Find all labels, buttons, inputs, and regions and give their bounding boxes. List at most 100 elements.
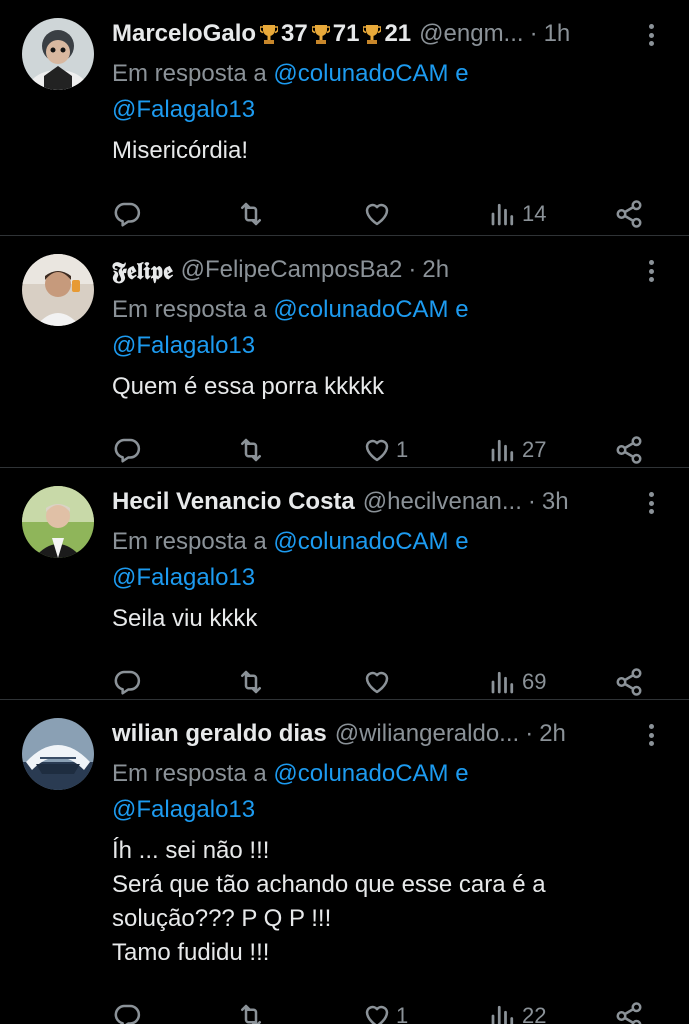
badge-count: 37	[281, 20, 308, 47]
display-name[interactable]: Hecil Venancio Costa	[112, 488, 355, 516]
timestamp[interactable]: 3h	[542, 488, 569, 516]
retweet-icon	[241, 202, 261, 226]
avatar[interactable]	[22, 486, 94, 558]
retweet-icon	[241, 1004, 261, 1024]
avatar[interactable]	[22, 254, 94, 326]
tweet-text: Quem é essa porra kkkkk	[112, 373, 385, 400]
reply-prefix: Em resposta a	[112, 528, 267, 555]
handle[interactable]: @FelipeCamposBa2	[181, 256, 403, 284]
tweet[interactable]: 𝕱𝖊𝖑𝖎𝖕𝖊 @FelipeCamposBa2 · 2h Em resposta…	[0, 236, 689, 468]
mention-link[interactable]: @colunadoCAM	[273, 296, 448, 323]
tweet-text: Seila viu kkkk	[112, 605, 258, 632]
view-count: 27	[522, 437, 547, 462]
reply-button[interactable]	[112, 667, 142, 697]
like-button[interactable]: 1	[362, 1001, 408, 1024]
retweet-button[interactable]	[236, 435, 266, 465]
more-options-button[interactable]	[641, 20, 661, 50]
handle[interactable]: @hecilvenan...	[363, 488, 522, 516]
reply-icon	[114, 202, 141, 227]
retweet-button[interactable]	[236, 199, 266, 229]
trophy-icon	[363, 25, 382, 44]
reply-context: Em resposta a @colunadoCAM e @Falagalo13	[112, 756, 665, 828]
reply-conjunction: e	[455, 60, 469, 87]
like-count: 1	[396, 437, 409, 462]
mention-link[interactable]: @Falagalo13	[112, 564, 255, 591]
heart-icon	[365, 203, 389, 226]
tweet[interactable]: Hecil Venancio Costa @hecilvenan... · 3h…	[0, 468, 689, 700]
more-options-button[interactable]	[641, 256, 661, 286]
mention-link[interactable]: @colunadoCAM	[273, 528, 448, 555]
separator: ·	[408, 256, 417, 283]
tweet-header: 𝕱𝖊𝖑𝖎𝖕𝖊 @FelipeCamposBa2 · 2h	[112, 248, 665, 292]
separator: ·	[525, 720, 534, 747]
share-button[interactable]	[614, 667, 644, 697]
display-name[interactable]: wilian geraldo dias	[112, 720, 327, 748]
tweet[interactable]: MarceloGalo 37 71 21 @engm... · 1h Em re…	[0, 0, 689, 236]
views-icon	[491, 439, 514, 462]
tweet-header: MarceloGalo 37 71 21 @engm... · 1h	[112, 12, 665, 56]
like-count: 1	[396, 1003, 409, 1024]
display-name[interactable]: MarceloGalo	[112, 20, 256, 48]
timestamp[interactable]: 2h	[422, 256, 449, 284]
share-button[interactable]	[614, 1001, 644, 1024]
share-button[interactable]	[614, 435, 644, 465]
tweet[interactable]: wilian geraldo dias @wiliangeraldo... · …	[0, 700, 689, 1024]
tweet-header: Hecil Venancio Costa @hecilvenan... · 3h	[112, 480, 665, 524]
reply-icon	[114, 438, 141, 463]
view-count: 14	[522, 201, 547, 226]
trophy-icon	[260, 25, 279, 44]
timestamp[interactable]: 1h	[544, 20, 571, 48]
views-button[interactable]: 69	[488, 667, 546, 697]
views-button[interactable]: 22	[488, 1001, 546, 1024]
views-button[interactable]: 14	[488, 199, 546, 229]
badge-count: 71	[332, 20, 360, 47]
display-name[interactable]: 𝕱𝖊𝖑𝖎𝖕𝖊	[112, 256, 173, 285]
reply-button[interactable]	[112, 435, 142, 465]
handle[interactable]: @engm...	[419, 20, 523, 48]
trophy-icon	[311, 25, 330, 44]
views-button[interactable]: 27	[488, 435, 546, 465]
avatar[interactable]	[22, 18, 94, 90]
reply-prefix: Em resposta a	[112, 760, 267, 787]
like-button[interactable]	[362, 667, 396, 697]
views-icon	[491, 203, 514, 226]
views-icon	[491, 1005, 514, 1024]
more-icon	[648, 260, 654, 265]
mention-link[interactable]: @colunadoCAM	[273, 60, 448, 87]
like-button[interactable]: 1	[362, 435, 408, 465]
heart-icon	[365, 439, 389, 462]
reply-feed: MarceloGalo 37 71 21 @engm... · 1h Em re…	[0, 0, 689, 1024]
share-icon	[616, 668, 642, 696]
view-count: 69	[522, 669, 547, 694]
more-options-button[interactable]	[641, 720, 661, 750]
retweet-button[interactable]	[236, 667, 266, 697]
reply-context: Em resposta a @colunadoCAM e @Falagalo13	[112, 56, 665, 128]
more-options-button[interactable]	[641, 488, 661, 518]
reply-conjunction: e	[455, 760, 469, 787]
handle[interactable]: @wiliangeraldo...	[335, 720, 519, 748]
mention-link[interactable]: @Falagalo13	[112, 796, 255, 823]
reply-prefix: Em resposta a	[112, 296, 267, 323]
share-icon	[616, 1002, 642, 1024]
timestamp[interactable]: 2h	[539, 720, 566, 748]
reply-button[interactable]	[112, 199, 142, 229]
mention-link[interactable]: @colunadoCAM	[273, 760, 448, 787]
reply-conjunction: e	[455, 296, 469, 323]
share-button[interactable]	[614, 199, 644, 229]
like-button[interactable]	[362, 199, 396, 229]
tweet-text: Misericórdia!	[112, 137, 249, 164]
reply-conjunction: e	[455, 528, 469, 555]
more-icon	[648, 492, 654, 497]
retweet-button[interactable]	[236, 1001, 266, 1024]
mention-link[interactable]: @Falagalo13	[112, 332, 255, 359]
mention-link[interactable]: @Falagalo13	[112, 96, 255, 123]
heart-icon	[365, 671, 389, 694]
avatar[interactable]	[22, 718, 94, 790]
view-count: 22	[522, 1003, 547, 1024]
reply-button[interactable]	[112, 1001, 142, 1024]
more-icon	[648, 24, 654, 29]
share-icon	[616, 200, 642, 228]
trophy-badges: 37 71 21	[256, 20, 411, 48]
reply-icon	[114, 1004, 141, 1024]
reply-context: Em resposta a @colunadoCAM e @Falagalo13	[112, 292, 665, 364]
